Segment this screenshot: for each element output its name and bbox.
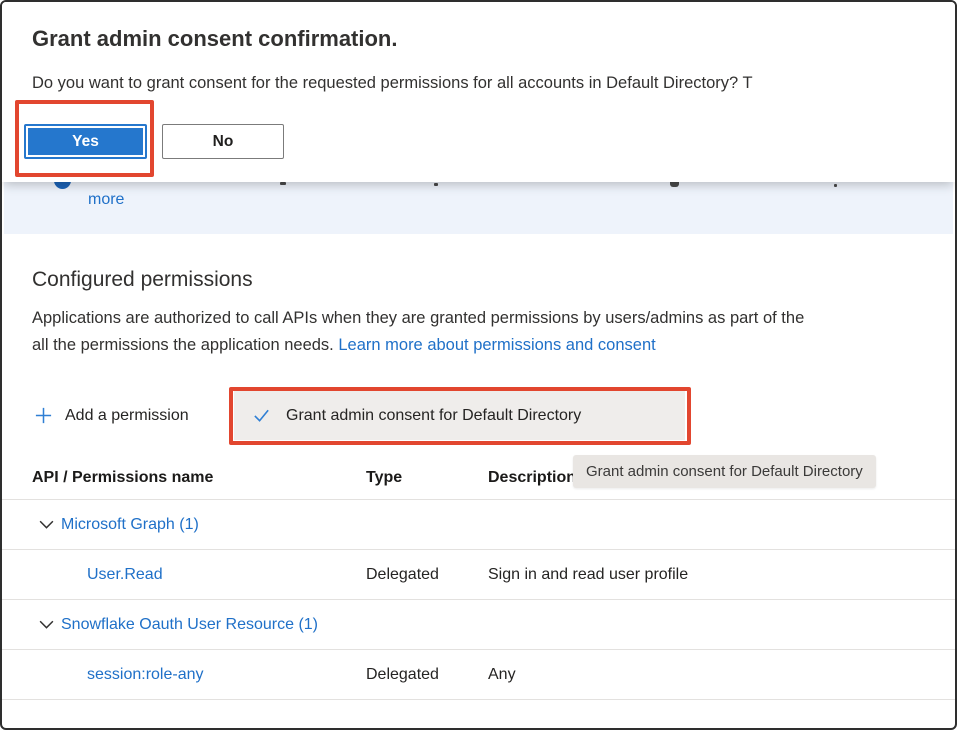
clipped-text-fragment bbox=[280, 182, 286, 185]
table-row-permission: User.Read Delegated Sign in and read use… bbox=[2, 550, 955, 600]
add-permission-button[interactable]: Add a permission bbox=[28, 391, 195, 440]
chevron-down-icon[interactable] bbox=[38, 616, 55, 633]
permission-link[interactable]: User.Read bbox=[87, 566, 163, 584]
grant-admin-consent-button[interactable]: Grant admin consent for Default Director… bbox=[234, 391, 685, 440]
permission-type: Delegated bbox=[366, 566, 439, 584]
table-row-group: Snowflake Oauth User Resource (1) bbox=[2, 600, 955, 650]
dialog-title: Grant admin consent confirmation. bbox=[32, 26, 397, 52]
clipped-text-fragment bbox=[670, 182, 679, 187]
api-group-link[interactable]: Snowflake Oauth User Resource (1) bbox=[61, 616, 318, 634]
permission-link[interactable]: session:role-any bbox=[87, 666, 204, 684]
description-line-2-text: all the permissions the application need… bbox=[32, 336, 338, 354]
more-link[interactable]: more bbox=[88, 191, 124, 209]
description-line-1: Applications are authorized to call APIs… bbox=[32, 305, 955, 332]
description-line-2: all the permissions the application need… bbox=[32, 332, 955, 359]
permission-description: Sign in and read user profile bbox=[488, 566, 688, 584]
chevron-down-icon[interactable] bbox=[38, 516, 55, 533]
col-header-description: Description bbox=[488, 469, 576, 487]
table-row-group: Microsoft Graph (1) bbox=[2, 500, 955, 550]
learn-more-link[interactable]: Learn more about permissions and consent bbox=[338, 336, 655, 354]
permission-description: Any bbox=[488, 666, 516, 684]
yes-button[interactable]: Yes bbox=[24, 124, 147, 159]
permissions-table: API / Permissions name Type Description … bbox=[2, 457, 955, 700]
dialog-message: Do you want to grant consent for the req… bbox=[32, 74, 955, 93]
add-permission-label: Add a permission bbox=[65, 407, 189, 425]
clipped-text-fragment bbox=[434, 183, 438, 186]
section-description: Applications are authorized to call APIs… bbox=[32, 305, 955, 359]
info-banner: more bbox=[4, 182, 953, 234]
info-icon bbox=[54, 182, 71, 189]
checkmark-icon bbox=[252, 406, 271, 425]
table-row-permission: session:role-any Delegated Any bbox=[2, 650, 955, 700]
no-button[interactable]: No bbox=[162, 124, 284, 159]
col-header-api-permissions-name: API / Permissions name bbox=[32, 469, 213, 487]
grant-consent-dialog: Grant admin consent confirmation. Do you… bbox=[2, 2, 955, 182]
section-heading: Configured permissions bbox=[32, 268, 253, 292]
clipped-text-fragment bbox=[834, 184, 837, 187]
col-header-type: Type bbox=[366, 469, 402, 487]
plus-icon bbox=[34, 406, 53, 425]
api-group-link[interactable]: Microsoft Graph (1) bbox=[61, 516, 199, 534]
permission-type: Delegated bbox=[366, 666, 439, 684]
tooltip: Grant admin consent for Default Director… bbox=[573, 455, 876, 488]
permissions-toolbar: Add a permission Grant admin consent for… bbox=[2, 391, 955, 441]
app-window: more Grant admin consent confirmation. D… bbox=[0, 0, 957, 730]
grant-admin-consent-label: Grant admin consent for Default Director… bbox=[286, 407, 581, 425]
